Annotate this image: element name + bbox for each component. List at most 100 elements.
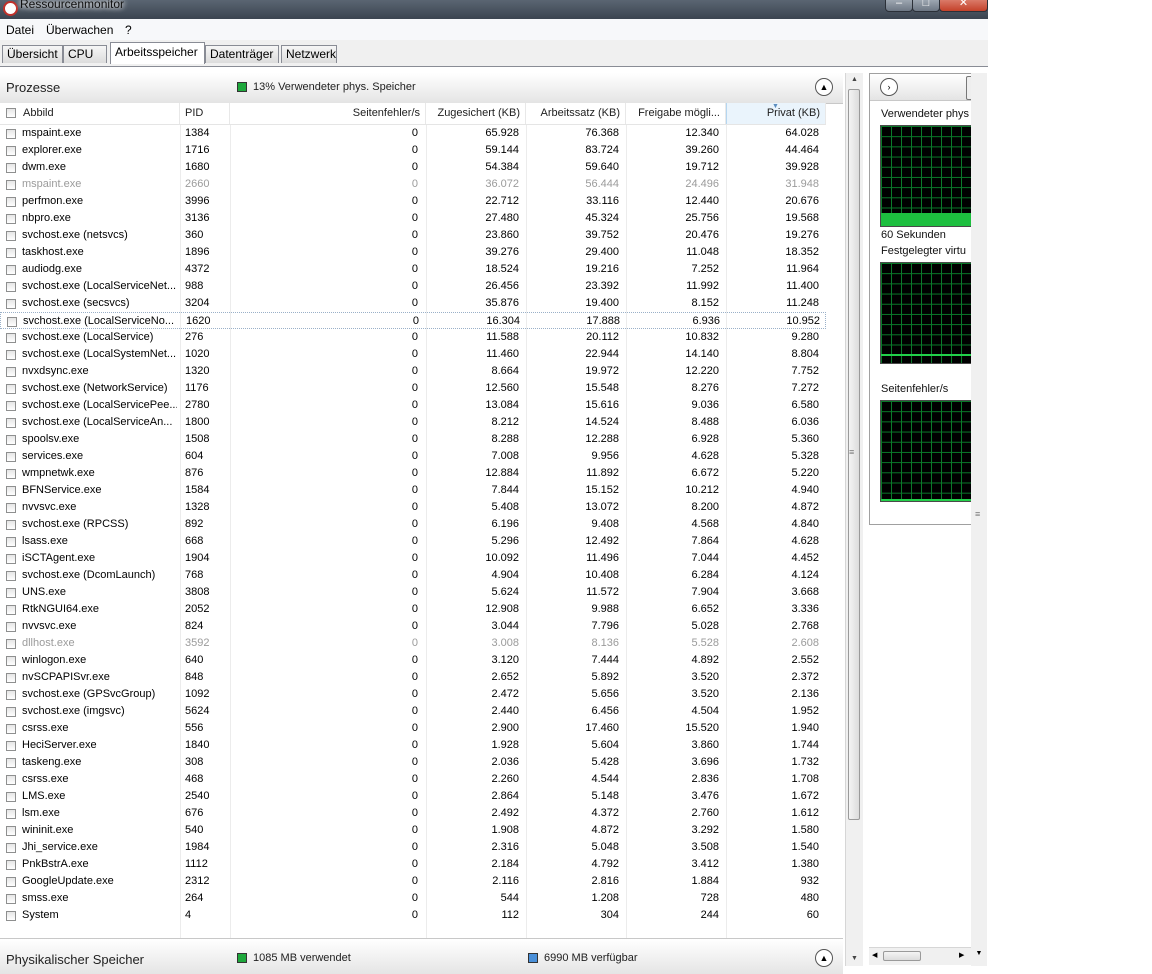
row-checkbox[interactable] (6, 452, 16, 462)
table-row[interactable]: mspaint.exe 2660 0 36.072 56.444 24.496 31.948 (0, 176, 826, 193)
table-row[interactable]: smss.exe 264 0 544 1.208 728 480 (0, 890, 826, 907)
column-header-hard-faults[interactable]: Seitenfehler/s (230, 103, 426, 124)
physical-memory-section-header[interactable]: Physikalischer Speicher 1085 MB verwende… (0, 938, 843, 974)
row-checkbox[interactable] (6, 180, 16, 190)
row-checkbox[interactable] (6, 911, 16, 921)
table-row[interactable]: svchost.exe (imgsvc) 5624 0 2.440 6.456 4.504… (0, 703, 826, 720)
table-row[interactable]: svchost.exe (LocalSystemNet... 1020 0 11.46… (0, 346, 826, 363)
table-row[interactable]: nvvsvc.exe 1328 0 5.408 13.072 8.200 4.872 (0, 499, 826, 516)
row-checkbox[interactable] (6, 129, 16, 139)
table-row[interactable]: csrss.exe 556 0 2.900 17.460 15.520 1.940 (0, 720, 826, 737)
table-row[interactable]: svchost.exe (LocalServiceAn... 1800 0 8.212… (0, 414, 826, 431)
expand-graphs-icon[interactable]: › (880, 78, 898, 96)
row-checkbox[interactable] (6, 333, 16, 343)
row-checkbox[interactable] (6, 520, 16, 530)
row-checkbox[interactable] (6, 418, 16, 428)
table-row[interactable]: svchost.exe (LocalServiceNet... 988 0 26.45… (0, 278, 826, 295)
table-row[interactable]: Jhi_service.exe 1984 0 2.316 5.048 3.508 1.540 (0, 839, 826, 856)
process-list-scrollbar[interactable]: ▲ ▼ (845, 73, 863, 966)
table-row[interactable]: spoolsv.exe 1508 0 8.288 12.288 6.928 5.360 (0, 431, 826, 448)
select-all-checkbox[interactable] (6, 108, 16, 118)
table-row[interactable]: nvvsvc.exe 824 0 3.044 7.796 5.028 2.768 (0, 618, 826, 635)
table-row[interactable]: LMS.exe 2540 0 2.864 5.148 3.476 1.672 (0, 788, 826, 805)
table-row[interactable]: svchost.exe (NetworkService) 1176 0 12.560 1… (0, 380, 826, 397)
row-checkbox[interactable] (6, 690, 16, 700)
table-row[interactable]: RtkNGUI64.exe 2052 0 12.908 9.988 6.652 3.336 (0, 601, 826, 618)
table-row[interactable]: wmpnetwk.exe 876 0 12.884 11.892 6.672 5.220 (0, 465, 826, 482)
row-checkbox[interactable] (6, 486, 16, 496)
tab-arbeitsspeicher[interactable]: Arbeitsspeicher (110, 42, 205, 64)
row-checkbox[interactable] (6, 163, 16, 173)
splitter-grip-icon[interactable]: ≡ (849, 447, 854, 457)
table-row[interactable]: System 4 0 112 304 244 60 (0, 907, 826, 924)
table-row[interactable]: lsass.exe 668 0 5.296 12.492 7.864 4.628 (0, 533, 826, 550)
row-checkbox[interactable] (6, 146, 16, 156)
table-row[interactable]: nvSCPAPISvr.exe 848 0 2.652 5.892 3.520 2.372 (0, 669, 826, 686)
table-row[interactable]: taskeng.exe 308 0 2.036 5.428 3.696 1.732 (0, 754, 826, 771)
row-checkbox[interactable] (6, 860, 16, 870)
table-row[interactable]: taskhost.exe 1896 0 39.276 29.400 11.048 18.35… (0, 244, 826, 261)
row-checkbox[interactable] (6, 214, 16, 224)
row-checkbox[interactable] (6, 809, 16, 819)
row-checkbox[interactable] (6, 656, 16, 666)
processes-section-header[interactable]: Prozesse 13% Verwendeter phys. Speicher … (0, 73, 843, 104)
close-button[interactable]: ✕ (939, 0, 988, 12)
row-checkbox[interactable] (6, 843, 16, 853)
row-checkbox[interactable] (6, 248, 16, 258)
table-row[interactable]: BFNService.exe 1584 0 7.844 15.152 10.212 4.94… (0, 482, 826, 499)
row-checkbox[interactable] (6, 537, 16, 547)
minimize-button[interactable]: – (885, 0, 913, 12)
table-row[interactable]: iSCTAgent.exe 1904 0 10.092 11.496 7.044 4.452 (0, 550, 826, 567)
row-checkbox[interactable] (6, 707, 16, 717)
menu-help[interactable]: ? (125, 23, 132, 37)
row-checkbox[interactable] (6, 571, 16, 581)
row-checkbox[interactable] (6, 265, 16, 275)
column-header-working-set[interactable]: Arbeitssatz (KB) (526, 103, 626, 124)
table-row[interactable]: dwm.exe 1680 0 54.384 59.640 19.712 39.928 (0, 159, 826, 176)
table-row[interactable]: HeciServer.exe 1840 0 1.928 5.604 3.860 1.744 (0, 737, 826, 754)
graph-pane-scrollbar[interactable]: ≡ ▼ (971, 73, 987, 966)
scroll-down-arrow-icon[interactable]: ▼ (846, 952, 863, 966)
row-checkbox[interactable] (6, 639, 16, 649)
table-row[interactable]: explorer.exe 1716 0 59.144 83.724 39.260 44.46… (0, 142, 826, 159)
table-row[interactable]: svchost.exe (LocalServiceNo... 1620 0 16.30… (0, 312, 826, 329)
row-checkbox[interactable] (6, 877, 16, 887)
graph-horizontal-scrollbar[interactable]: ◀ ▶ (869, 947, 971, 965)
row-checkbox[interactable] (6, 503, 16, 513)
table-row[interactable]: svchost.exe (LocalService) 276 0 11.588 20.1… (0, 329, 826, 346)
table-row[interactable]: UNS.exe 3808 0 5.624 11.572 7.904 3.668 (0, 584, 826, 601)
table-row[interactable]: audiodg.exe 4372 0 18.524 19.216 7.252 11.964 (0, 261, 826, 278)
row-checkbox[interactable] (6, 605, 16, 615)
table-row[interactable]: dllhost.exe 3592 0 3.008 8.136 5.528 2.608 (0, 635, 826, 652)
row-checkbox[interactable] (6, 775, 16, 785)
column-header-commit[interactable]: Zugesichert (KB) (426, 103, 526, 124)
row-checkbox[interactable] (6, 673, 16, 683)
collapse-physical-memory-icon[interactable]: ▲ (815, 949, 833, 967)
table-row[interactable]: csrss.exe 468 0 2.260 4.544 2.836 1.708 (0, 771, 826, 788)
table-row[interactable]: lsm.exe 676 0 2.492 4.372 2.760 1.612 (0, 805, 826, 822)
row-checkbox[interactable] (6, 197, 16, 207)
maximize-button[interactable]: □ (912, 0, 940, 12)
table-row[interactable]: svchost.exe (DcomLaunch) 768 0 4.904 10.408 6… (0, 567, 826, 584)
row-checkbox[interactable] (6, 894, 16, 904)
menu-datei[interactable]: Datei (6, 23, 34, 37)
table-row[interactable]: winlogon.exe 640 0 3.120 7.444 4.892 2.552 (0, 652, 826, 669)
table-row[interactable]: svchost.exe (netsvcs) 360 0 23.860 39.752 20.… (0, 227, 826, 244)
table-row[interactable]: svchost.exe (LocalServicePee... 2780 0 13.0… (0, 397, 826, 414)
table-row[interactable]: wininit.exe 540 0 1.908 4.872 3.292 1.580 (0, 822, 826, 839)
collapse-processes-icon[interactable]: ▲ (815, 78, 833, 96)
table-row[interactable]: mspaint.exe 1384 0 65.928 76.368 12.340 64.028 (0, 125, 826, 142)
tab-cpu[interactable]: CPU (63, 45, 107, 63)
scroll-left-arrow-icon[interactable]: ◀ (872, 951, 877, 959)
row-checkbox[interactable] (6, 741, 16, 751)
row-checkbox[interactable] (6, 299, 16, 309)
table-row[interactable]: services.exe 604 0 7.008 9.956 4.628 5.328 (0, 448, 826, 465)
row-checkbox[interactable] (6, 435, 16, 445)
tab-netzwerk[interactable]: Netzwerk (281, 45, 337, 63)
row-checkbox[interactable] (6, 792, 16, 802)
scroll-up-arrow-icon[interactable]: ▲ (846, 73, 863, 87)
table-row[interactable]: svchost.exe (secsvcs) 3204 0 35.876 19.400 8.… (0, 295, 826, 312)
table-row[interactable]: nbpro.exe 3136 0 27.480 45.324 25.756 19.568 (0, 210, 826, 227)
tab-uebersicht[interactable]: Übersicht (2, 45, 63, 63)
tab-datentraeger[interactable]: Datenträger (205, 45, 279, 63)
